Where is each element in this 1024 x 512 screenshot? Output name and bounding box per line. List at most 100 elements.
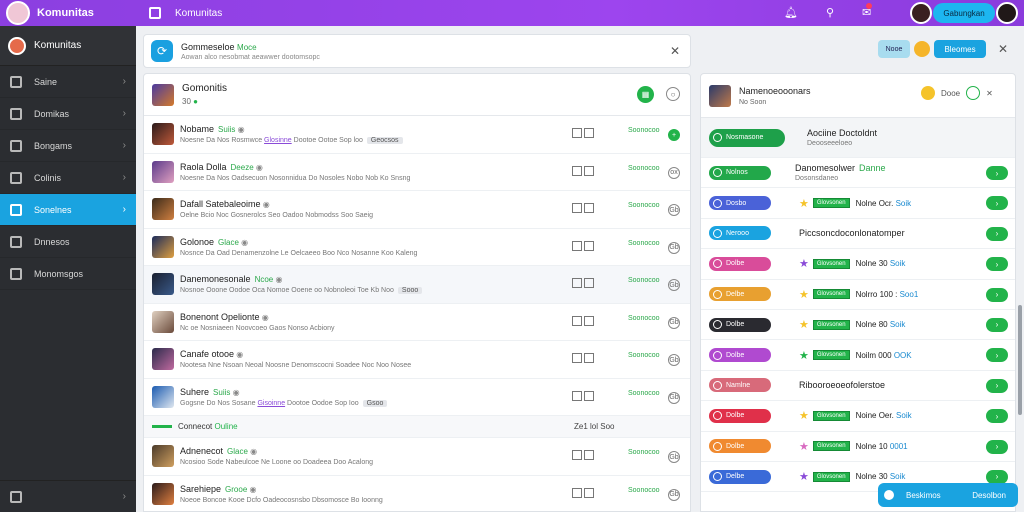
list-item[interactable]: Dolbe ★ Glovsonen Nolne 30 Soik › — [701, 249, 1015, 280]
action-button[interactable]: › — [986, 409, 1008, 424]
emoji-icon[interactable] — [914, 41, 930, 57]
action-button[interactable]: Gb — [668, 279, 680, 291]
status-pill[interactable]: Dolbe — [709, 348, 771, 363]
status-pill[interactable]: Dosbo — [709, 196, 771, 211]
checkbox[interactable] — [584, 450, 594, 460]
action-button[interactable]: › — [986, 317, 1008, 332]
item-name[interactable]: Bonenont Opelionte — [180, 312, 260, 322]
list-item[interactable]: Nobame Suiis ◉ Noesne Da Nos Rosmwce Glosi… — [144, 116, 690, 154]
floating-left-label[interactable]: Beskimos — [906, 491, 941, 500]
item-name[interactable]: Nobame — [180, 124, 214, 134]
checkbox-group[interactable] — [572, 278, 594, 288]
action-button[interactable]: › — [986, 166, 1008, 180]
action-button[interactable]: › — [986, 439, 1008, 454]
sidebar-item[interactable]: Saine › — [0, 66, 136, 98]
list-item[interactable]: Golonoe Glace ◉ Nosnce Da Oad Denamenzolne… — [144, 229, 690, 266]
checkbox[interactable] — [572, 128, 582, 138]
checkbox-group[interactable] — [572, 128, 594, 138]
checkbox[interactable] — [584, 165, 594, 176]
status-pill[interactable]: Nolnos — [709, 165, 771, 180]
sidebar-item[interactable]: Domikas › — [0, 98, 136, 130]
sidebar-item[interactable]: Dnnesos — [0, 226, 136, 258]
status-pill[interactable]: Dolbe — [709, 408, 771, 423]
bell-icon[interactable]: 🔔︎ — [784, 6, 798, 19]
item-name[interactable]: Suhere — [180, 387, 209, 397]
status-pill[interactable]: Nerooo — [709, 226, 771, 241]
join-button[interactable]: Gabungkan — [933, 3, 995, 23]
sidebar-item[interactable]: Bongams › — [0, 130, 136, 162]
list-item[interactable]: Nosmasone Aociine Doctoldnt Deooseeeloeo — [701, 118, 1015, 158]
item-link[interactable]: Glosinne — [264, 137, 292, 144]
action-button[interactable]: ox — [668, 166, 680, 179]
item-name[interactable]: Sarehiepe — [180, 484, 221, 494]
avatar[interactable] — [910, 2, 932, 24]
checkbox[interactable] — [584, 278, 594, 288]
checkbox[interactable] — [584, 203, 594, 213]
list-item[interactable]: Dolbe ★ Glovsonen Noine Oer. Soik › — [701, 401, 1015, 432]
item-name[interactable]: Canafe otooe — [180, 349, 234, 359]
list-item[interactable]: Suhere Suiis ◉ Gogsne Do Nos Sosane Gisoin… — [144, 379, 690, 416]
community-icon[interactable] — [149, 7, 161, 19]
status-pill[interactable]: Delbe — [709, 469, 771, 484]
sidebar-header[interactable]: Komunitas — [0, 26, 136, 66]
list-item[interactable]: Dolbe ★ Glovsonen Noilm 000 OOK › — [701, 340, 1015, 371]
list-item[interactable]: Danemonesonale Ncoe ◉ Nosnoe Ooone Oodoe O… — [144, 266, 690, 304]
item-name[interactable]: Dafall Satebaleoime — [180, 199, 261, 209]
item-name[interactable]: Adnenecot — [180, 446, 223, 456]
list-item[interactable]: Adnenecot Glace ◉ Ncosioo Sode Nabeulcoe N… — [144, 438, 690, 476]
user-avatar[interactable] — [996, 2, 1018, 24]
action-button[interactable]: Gb — [668, 316, 680, 329]
checkbox-group[interactable] — [572, 353, 594, 363]
list-item[interactable]: Dosbo ★ Glovsonen Nolne Ocr. Soik › — [701, 188, 1015, 219]
list-item[interactable]: Dolbe ★ Glovsonen Nolne 80 Soik › — [701, 310, 1015, 341]
list-item[interactable]: Canafe otooe ◉ Nootesa Nne Nsoan Neoal No… — [144, 341, 690, 379]
item-link[interactable]: Gisoinne — [257, 400, 285, 407]
status-pill[interactable]: Nosmasone — [709, 128, 785, 147]
action-button[interactable]: › — [986, 196, 1008, 211]
list-item[interactable]: Dafall Satebaleoime ◉ Oelne Bcio Noc Gosn… — [144, 191, 690, 229]
item-name[interactable]: Raola Dolla — [180, 162, 227, 172]
action-button[interactable]: › — [986, 226, 1008, 241]
action-button[interactable]: › — [986, 257, 1008, 272]
status-pill[interactable]: Namlne — [709, 378, 771, 393]
checkbox[interactable] — [584, 315, 594, 326]
checkbox[interactable] — [584, 487, 594, 498]
checkbox-group[interactable] — [572, 240, 594, 251]
item-name[interactable]: Golonoe — [180, 237, 214, 247]
list-item[interactable]: Delbe ★ Glovsonen Nolrro 100 : Soo1 › — [701, 280, 1015, 310]
checkbox[interactable] — [572, 240, 582, 251]
floating-right-label[interactable]: Desolbon — [972, 491, 1006, 500]
checkbox-group[interactable] — [572, 390, 594, 401]
checkbox[interactable] — [572, 165, 582, 176]
list-item[interactable]: Nolnos Danomesolwer Danne Dosonsdaneo › — [701, 158, 1015, 189]
action-button[interactable]: Gb — [668, 451, 680, 463]
collapse-icon[interactable] — [10, 490, 22, 503]
status-pill[interactable]: Delbe — [709, 287, 771, 302]
status-pill[interactable]: Dolbe — [709, 256, 771, 271]
checkbox-group[interactable] — [572, 165, 594, 176]
action-button[interactable]: › — [986, 378, 1008, 393]
grid-button[interactable]: ▦ — [637, 86, 654, 103]
action-button[interactable]: › — [986, 287, 1008, 302]
pin-icon[interactable]: ⚲ — [826, 6, 834, 19]
checkbox-group[interactable] — [572, 487, 594, 498]
action-button[interactable]: Gb — [668, 488, 680, 501]
checkbox[interactable] — [572, 203, 582, 213]
list-item[interactable]: Dolbe ★ Glovsonen Nolne 10 0001 › — [701, 432, 1015, 462]
action-button[interactable]: Gb — [668, 241, 680, 254]
checkbox[interactable] — [572, 390, 582, 401]
list-item[interactable]: Raola Dolla Deeze ◉ Noesne Da Nos Oadsecuo… — [144, 154, 690, 191]
list-item[interactable]: Namlne Ribooroeoeofolerstoe › — [701, 371, 1015, 402]
status-pill[interactable]: Dolbe — [709, 317, 771, 332]
action-button[interactable]: + — [668, 129, 680, 141]
list-item[interactable]: Sarehiepe Grooe ◉ Noeoe Boncoe Kooe Dcfo O… — [144, 476, 690, 512]
action-button[interactable]: Gb — [668, 354, 680, 366]
action-button[interactable]: › — [986, 348, 1008, 363]
sidebar-item[interactable]: Sonelnes › — [0, 194, 136, 226]
close-icon[interactable]: ✕ — [670, 44, 680, 58]
checkbox[interactable] — [572, 353, 582, 363]
options-button[interactable]: ○ — [666, 87, 680, 101]
list-item[interactable]: Bonenont Opelionte ◉ Nc oe Nosniaeen Noov… — [144, 304, 690, 341]
primary-button[interactable]: Bleomes — [934, 40, 986, 58]
checkbox-group[interactable] — [572, 203, 594, 213]
